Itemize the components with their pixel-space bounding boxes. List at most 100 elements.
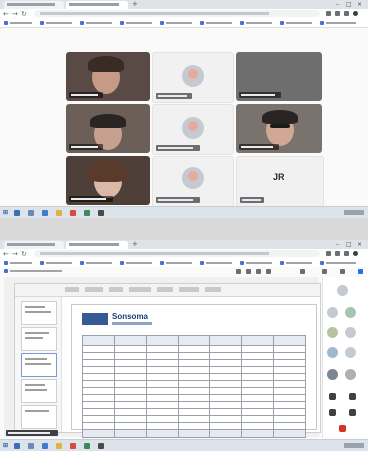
ribbon-button[interactable] — [205, 287, 221, 292]
windows-start-icon[interactable]: ⊞ — [3, 209, 8, 217]
avatar[interactable] — [327, 327, 338, 338]
participant-tile[interactable] — [152, 156, 234, 207]
minimize-icon[interactable]: – — [336, 1, 339, 8]
participant-tile[interactable] — [236, 52, 322, 101]
participant-tile[interactable] — [236, 104, 322, 153]
camera-icon[interactable] — [349, 393, 356, 400]
app-icon[interactable] — [98, 210, 104, 216]
toolbar-item[interactable] — [4, 269, 64, 273]
bookmark-item[interactable] — [200, 21, 234, 25]
bookmark-item[interactable] — [240, 261, 274, 265]
task-view-icon[interactable] — [28, 443, 34, 449]
extension-icon[interactable] — [344, 251, 349, 256]
app-icon[interactable] — [84, 210, 90, 216]
extension-icon[interactable] — [326, 251, 331, 256]
edge-icon[interactable] — [42, 210, 48, 216]
new-tab-button[interactable]: + — [132, 1, 138, 8]
chrome-icon[interactable] — [70, 210, 76, 216]
bookmark-item[interactable] — [120, 261, 154, 265]
toolbar-icon[interactable] — [256, 269, 261, 274]
toolbar-icon[interactable] — [340, 269, 345, 274]
profile-avatar[interactable] — [353, 251, 358, 256]
file-explorer-icon[interactable] — [56, 443, 62, 449]
close-icon[interactable]: × — [357, 241, 362, 248]
participant-tile[interactable] — [66, 104, 150, 153]
participant-tile[interactable]: JR — [236, 156, 324, 207]
ribbon-button[interactable] — [109, 287, 123, 292]
slide-thumbnail[interactable] — [21, 301, 57, 325]
reload-icon[interactable]: ↻ — [21, 250, 27, 258]
browser-tab[interactable] — [4, 1, 64, 9]
bookmark-item[interactable] — [40, 21, 74, 25]
avatar[interactable] — [327, 347, 338, 358]
slide-thumbnail[interactable] — [21, 379, 57, 403]
avatar[interactable] — [345, 369, 356, 380]
file-explorer-icon[interactable] — [56, 210, 62, 216]
toolbar-icon[interactable] — [236, 269, 241, 274]
browser-tab-active[interactable] — [66, 1, 128, 9]
reload-icon[interactable]: ↻ — [21, 10, 27, 18]
maximize-icon[interactable]: □ — [346, 241, 352, 248]
toolbar-icon[interactable] — [266, 269, 271, 274]
bookmark-item[interactable] — [200, 261, 234, 265]
avatar[interactable] — [345, 307, 356, 318]
app-icon[interactable] — [84, 443, 90, 449]
toolbar-icon[interactable] — [300, 269, 305, 274]
bookmark-item[interactable] — [160, 261, 194, 265]
address-bar[interactable] — [34, 10, 320, 17]
avatar[interactable] — [327, 369, 338, 380]
close-icon[interactable]: × — [357, 1, 362, 8]
ribbon-button[interactable] — [179, 287, 199, 292]
toolbar-icon[interactable] — [358, 269, 363, 274]
participant-tile[interactable] — [152, 104, 234, 155]
address-bar[interactable] — [34, 250, 320, 257]
bookmark-item[interactable] — [80, 21, 114, 25]
back-arrow-icon[interactable]: ← — [3, 250, 9, 258]
slide-thumbnail[interactable] — [21, 405, 57, 429]
extension-icon[interactable] — [335, 251, 340, 256]
minimize-icon[interactable]: – — [336, 241, 339, 248]
bookmark-item[interactable] — [120, 21, 154, 25]
bookmark-item[interactable] — [40, 261, 74, 265]
forward-arrow-icon[interactable]: → — [12, 250, 18, 258]
windows-start-icon[interactable]: ⊞ — [3, 442, 8, 450]
app-icon[interactable] — [98, 443, 104, 449]
bookmark-item[interactable] — [280, 261, 314, 265]
participant-tile[interactable] — [66, 52, 150, 101]
maximize-icon[interactable]: □ — [346, 1, 352, 8]
ribbon-button[interactable] — [129, 287, 151, 292]
back-arrow-icon[interactable]: ← — [3, 10, 9, 18]
toolbar-icon[interactable] — [322, 269, 327, 274]
participant-tile[interactable] — [152, 52, 234, 103]
bookmark-item[interactable] — [4, 261, 34, 265]
bookmark-item[interactable] — [4, 21, 34, 25]
avatar[interactable] — [345, 347, 356, 358]
bookmark-item[interactable] — [320, 261, 360, 265]
ribbon-button[interactable] — [85, 287, 103, 292]
avatar[interactable] — [327, 307, 338, 318]
slide-thumbnail[interactable] — [21, 327, 57, 351]
mic-icon[interactable] — [329, 393, 336, 400]
toolbar-icon[interactable] — [246, 269, 251, 274]
bookmark-item[interactable] — [160, 21, 194, 25]
bookmark-item[interactable] — [280, 21, 314, 25]
new-tab-button[interactable]: + — [132, 241, 138, 248]
bookmark-item[interactable] — [240, 21, 274, 25]
extension-icon[interactable] — [326, 11, 331, 16]
bookmark-item[interactable] — [320, 21, 360, 25]
profile-avatar[interactable] — [353, 11, 358, 16]
chrome-icon[interactable] — [70, 443, 76, 449]
search-icon[interactable] — [14, 210, 20, 216]
forward-arrow-icon[interactable]: → — [12, 10, 18, 18]
ribbon-button[interactable] — [157, 287, 173, 292]
extension-icon[interactable] — [344, 11, 349, 16]
participant-tile[interactable] — [66, 156, 150, 205]
present-screen-icon[interactable] — [329, 409, 336, 416]
extension-icon[interactable] — [335, 11, 340, 16]
bookmark-item[interactable] — [80, 261, 114, 265]
more-options-icon[interactable] — [349, 409, 356, 416]
browser-tab[interactable] — [4, 241, 64, 249]
avatar[interactable] — [345, 327, 356, 338]
hangup-icon[interactable] — [339, 425, 346, 432]
avatar[interactable] — [337, 285, 348, 296]
